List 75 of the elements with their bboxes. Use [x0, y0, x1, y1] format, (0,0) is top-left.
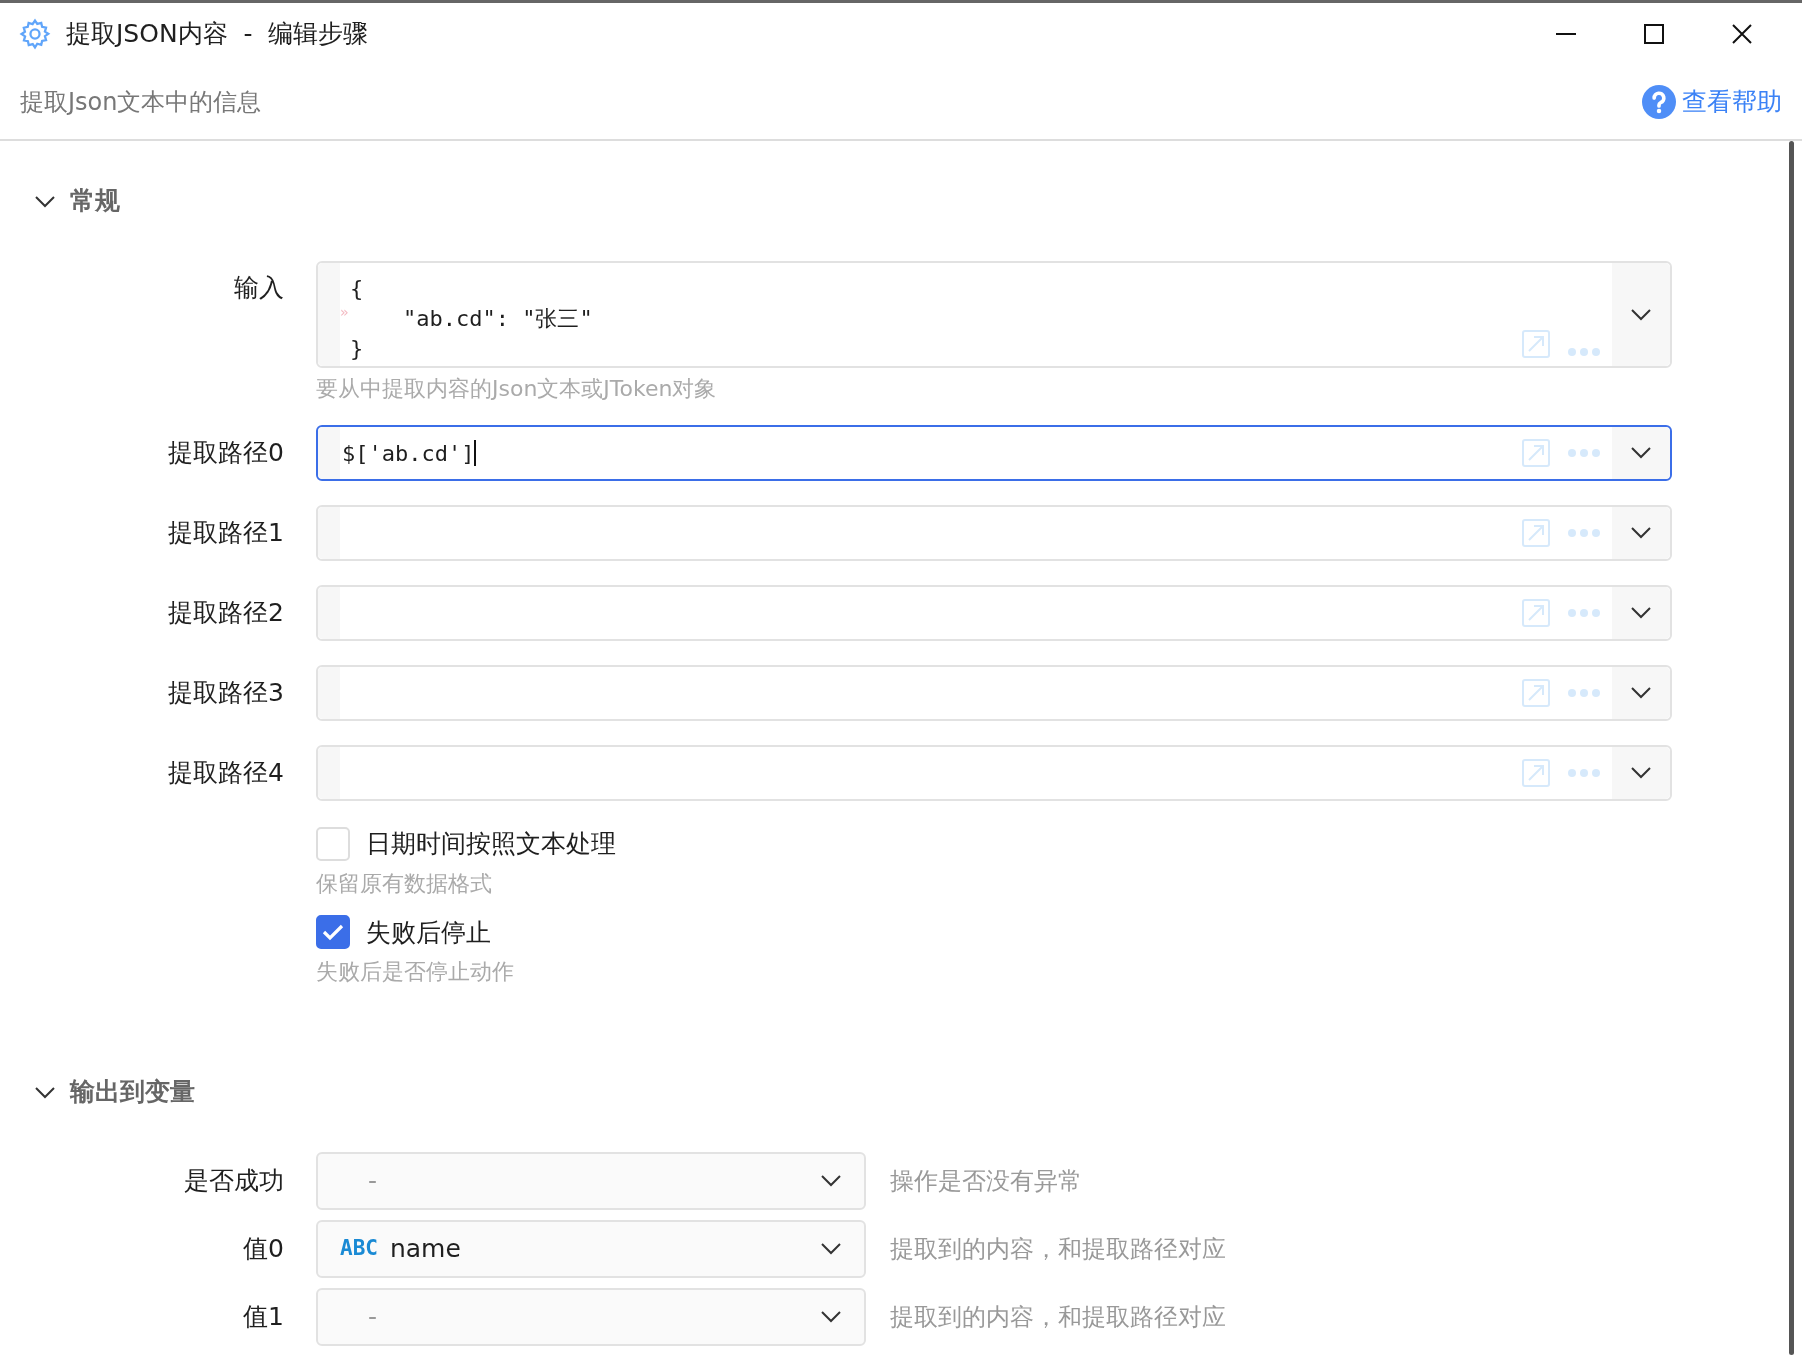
code-line: } — [350, 335, 365, 362]
text-cursor — [474, 440, 477, 466]
dropdown-button[interactable] — [1612, 427, 1670, 479]
chevron-icon — [820, 1242, 842, 1256]
help-icon — [1642, 85, 1676, 119]
code-line: { — [350, 275, 365, 302]
output-description: 提取到的内容，和提取路径对应 — [890, 1234, 1226, 1265]
more-icon[interactable] — [1566, 607, 1602, 619]
more-icon[interactable] — [1566, 687, 1602, 699]
section-title[interactable]: 常规 — [70, 182, 120, 220]
more-icon[interactable] — [1566, 767, 1602, 779]
section-title[interactable]: 输出到变量 — [70, 1073, 195, 1111]
path-field[interactable] — [316, 665, 1672, 721]
checkbox-label[interactable]: 失败后停止 — [366, 913, 491, 951]
editor-gutter — [318, 667, 340, 719]
expand-icon[interactable] — [1522, 599, 1550, 627]
editor-gutter — [318, 427, 340, 479]
gear-icon — [18, 17, 52, 51]
dropdown-button[interactable] — [1612, 507, 1670, 559]
expand-icon[interactable] — [1522, 519, 1550, 547]
path-field[interactable] — [316, 585, 1672, 641]
dropdown-button[interactable] — [1612, 587, 1670, 639]
minimize-icon — [1554, 33, 1578, 35]
field-label: 提取路径3 — [167, 677, 284, 709]
type-tag: ABC — [340, 1233, 378, 1265]
chevron-icon — [1630, 686, 1652, 700]
editor-gutter — [318, 587, 340, 639]
field-label: 提取路径2 — [167, 597, 284, 629]
editor-gutter — [318, 507, 340, 559]
more-icon[interactable] — [1566, 527, 1602, 539]
code-editor[interactable]: { » "ab.cd": "张三" } — [316, 261, 1672, 368]
checkbox[interactable] — [316, 915, 350, 950]
chevron-icon — [820, 1310, 842, 1324]
output-description: 操作是否没有异常 — [890, 1166, 1082, 1197]
window-title: 提取JSON内容 - 编辑步骤 — [66, 18, 369, 51]
checkmark-icon — [322, 923, 344, 942]
field-label: 输入 — [233, 272, 284, 304]
path-field[interactable] — [316, 745, 1672, 801]
field-label: 值0 — [242, 1233, 284, 1265]
maximize-icon — [1642, 22, 1666, 46]
close-icon — [1730, 22, 1754, 46]
help-link[interactable]: 查看帮助 — [1642, 83, 1782, 121]
expand-icon[interactable] — [1522, 679, 1550, 707]
variable-select[interactable]: ABC name — [316, 1220, 866, 1278]
path-field[interactable] — [316, 505, 1672, 561]
more-icon[interactable] — [1566, 447, 1602, 459]
field-label: 提取路径1 — [167, 517, 284, 549]
field-value: $['ab.cd'] — [342, 439, 475, 468]
whitespace-marker: » — [340, 303, 350, 322]
chevron-icon — [1630, 526, 1652, 540]
more-icon[interactable] — [1566, 346, 1602, 358]
path-field[interactable]: $['ab.cd'] — [316, 425, 1672, 481]
dropdown-button[interactable] — [1612, 667, 1670, 719]
field-hint: 失败后是否停止动作 — [316, 958, 514, 986]
field-hint: 保留原有数据格式 — [316, 869, 493, 898]
chevron-icon — [820, 1174, 842, 1188]
field-hint: 要从中提取内容的Json文本或JToken对象 — [316, 375, 718, 403]
expand-icon[interactable] — [1522, 439, 1550, 467]
expand-icon[interactable] — [1522, 759, 1550, 787]
expand-icon[interactable] — [1522, 330, 1550, 358]
step-description: 提取Json文本中的信息 — [20, 87, 262, 118]
chevron-icon — [1630, 446, 1652, 460]
editor-gutter — [318, 747, 340, 799]
chevron-icon — [1630, 307, 1652, 322]
dropdown-button[interactable] — [1612, 747, 1670, 799]
dropdown-button[interactable] — [1612, 263, 1670, 366]
code-line: "ab.cd": "张三" — [401, 305, 594, 332]
output-description: 提取到的内容，和提取路径对应 — [890, 1302, 1226, 1333]
field-label: 提取路径0 — [167, 437, 284, 469]
field-label: 提取路径4 — [167, 757, 284, 789]
checkbox-label[interactable]: 日期时间按照文本处理 — [366, 825, 616, 863]
chevron-icon — [1630, 606, 1652, 620]
chevron-icon — [1630, 766, 1652, 780]
field-label: 值1 — [242, 1301, 284, 1333]
field-label: 是否成功 — [183, 1165, 284, 1197]
